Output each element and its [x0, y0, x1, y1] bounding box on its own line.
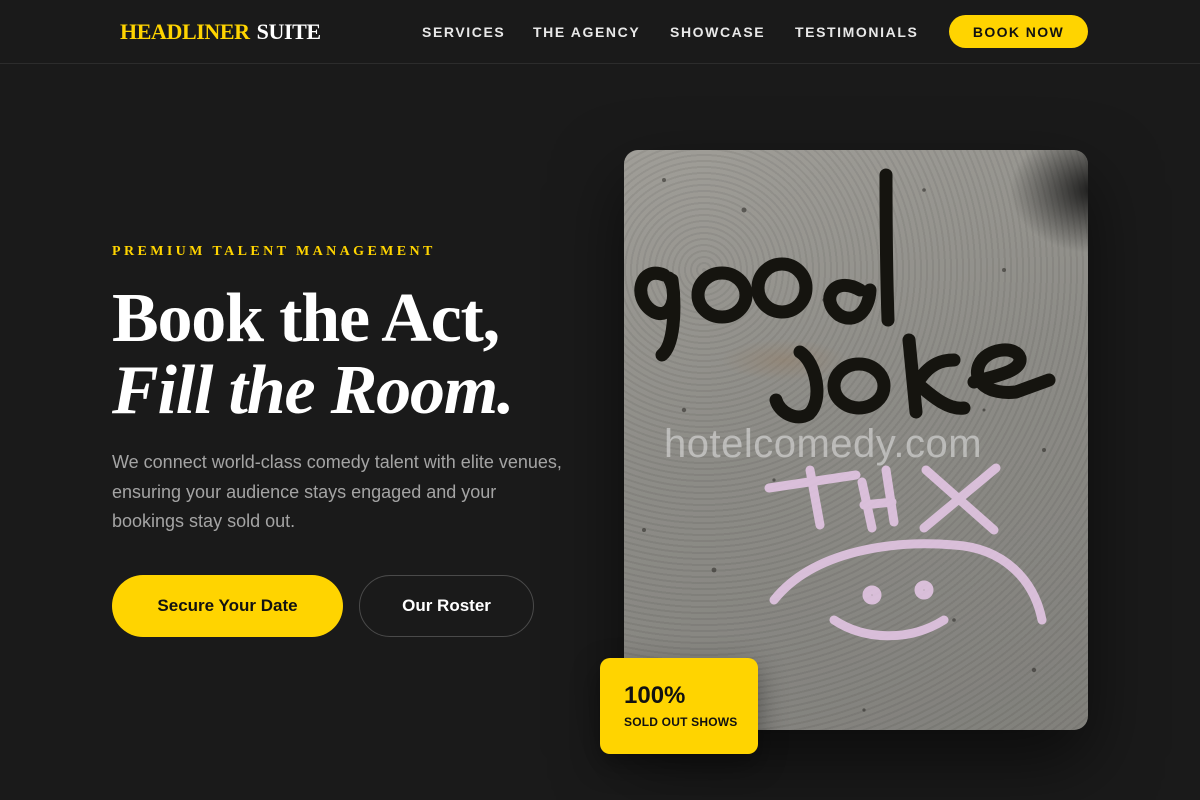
hero-headline-line-2: Fill the Room.: [112, 352, 515, 429]
logo-word-suite: SUITE: [256, 19, 321, 44]
hero-eyebrow: PREMIUM TALENT MANAGEMENT: [112, 244, 436, 259]
top-navigation-bar: HEADLINER SUITE SERVICES THE AGENCY SHOWC…: [0, 0, 1200, 64]
hero-graffiti-photo: hotelcomedy.com: [624, 150, 1088, 730]
hero-description: We connect world-class comedy talent wit…: [112, 452, 562, 531]
our-roster-button[interactable]: Our Roster: [359, 575, 534, 637]
image-watermark: hotelcomedy.com: [664, 422, 983, 466]
nav-link-the-agency[interactable]: THE AGENCY: [533, 24, 640, 40]
nav-link-testimonials[interactable]: TESTIMONIALS: [795, 24, 918, 40]
stat-value: 100%: [624, 682, 686, 709]
nav-link-showcase[interactable]: SHOWCASE: [670, 24, 765, 40]
logo-word-headliner: HEADLINER: [120, 19, 250, 44]
secure-your-date-button[interactable]: Secure Your Date: [112, 575, 343, 637]
stat-label: SOLD OUT SHOWS: [624, 715, 738, 729]
sold-out-stat-card: 100% SOLD OUT SHOWS: [600, 658, 758, 754]
hero-headline-line-1: Book the Act,: [112, 280, 500, 357]
nav-link-services[interactable]: SERVICES: [422, 24, 505, 40]
book-now-button[interactable]: BOOK NOW: [949, 15, 1088, 48]
brand-logo[interactable]: HEADLINER SUITE: [120, 19, 321, 45]
